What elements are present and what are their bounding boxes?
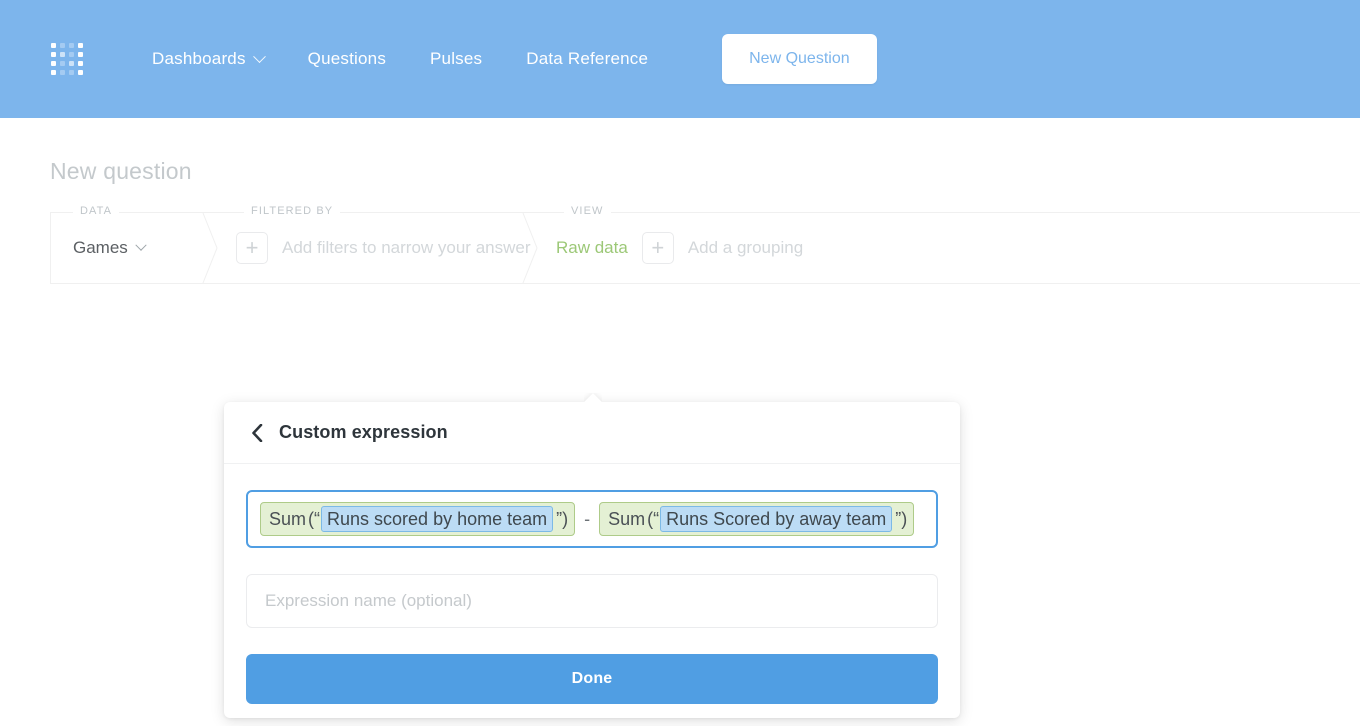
section-arrow-divider	[203, 213, 223, 283]
section-arrow-divider	[523, 213, 543, 283]
filtered-by-section-label: FILTERED BY	[244, 205, 340, 217]
add-grouping-placeholder[interactable]: Add a grouping	[688, 238, 803, 258]
view-section-label: VIEW	[564, 205, 611, 217]
expression-content: Sum(“Runs scored by home team”) - Sum(“R…	[260, 502, 914, 536]
navbar-links: Dashboards Questions Pulses Data Referen…	[130, 0, 670, 118]
aggregation-close-paren: ”)	[893, 508, 907, 530]
expression-operator: -	[575, 509, 599, 530]
done-button[interactable]: Done	[246, 654, 938, 704]
add-grouping-plus-icon[interactable]: +	[642, 232, 674, 264]
expression-editor-input[interactable]: Sum(“Runs scored by home team”) - Sum(“R…	[246, 490, 938, 548]
query-section-data: DATA Games	[50, 212, 222, 284]
page-title: New question	[50, 158, 192, 185]
nav-link-label: Dashboards	[152, 49, 246, 69]
view-aggregation-raw-data[interactable]: Raw data	[556, 238, 628, 258]
popover-header: Custom expression	[224, 402, 960, 464]
custom-expression-popover: Custom expression Sum(“Runs scored by ho…	[224, 402, 960, 718]
data-table-name: Games	[73, 238, 128, 258]
chevron-down-icon	[253, 50, 266, 63]
nav-link-label: Pulses	[430, 49, 482, 69]
add-filter-plus-icon[interactable]: +	[236, 232, 268, 264]
query-section-view: VIEW Raw data + Add a grouping	[542, 212, 1360, 284]
query-section-filtered-by: FILTERED BY + Add filters to narrow your…	[222, 212, 542, 284]
add-filter-placeholder[interactable]: Add filters to narrow your answer	[282, 238, 531, 258]
nav-link-pulses[interactable]: Pulses	[408, 49, 504, 69]
page-body: New question DATA Games FILTERED BY + Ad…	[0, 118, 1360, 700]
nav-link-label: Data Reference	[526, 49, 648, 69]
chevron-left-icon[interactable]	[247, 423, 267, 443]
popover-title: Custom expression	[279, 422, 448, 443]
chevron-down-icon	[135, 240, 146, 251]
aggregation-open-paren: (“	[645, 508, 659, 530]
field-token[interactable]: Runs scored by home team	[321, 506, 553, 532]
nav-link-dashboards[interactable]: Dashboards	[130, 49, 286, 69]
nav-link-data-reference[interactable]: Data Reference	[504, 49, 670, 69]
aggregation-function-name: Sum	[267, 508, 306, 530]
aggregation-open-paren: (“	[306, 508, 320, 530]
new-question-button[interactable]: New Question	[722, 34, 877, 84]
data-section-label: DATA	[73, 205, 119, 217]
nav-link-label: Questions	[308, 49, 386, 69]
popover-caret	[584, 393, 602, 403]
aggregation-token[interactable]: Sum(“Runs Scored by away team”)	[599, 502, 914, 536]
aggregation-token[interactable]: Sum(“Runs scored by home team”)	[260, 502, 575, 536]
expression-name-placeholder: Expression name (optional)	[265, 591, 472, 611]
top-navbar: Dashboards Questions Pulses Data Referen…	[0, 0, 1360, 118]
metabase-logo-icon[interactable]	[50, 42, 84, 76]
aggregation-close-paren: ”)	[554, 508, 568, 530]
popover-body: Sum(“Runs scored by home team”) - Sum(“R…	[224, 464, 960, 726]
nav-link-questions[interactable]: Questions	[286, 49, 408, 69]
query-builder-bar: DATA Games FILTERED BY + Add filters to …	[50, 212, 1360, 284]
expression-name-input[interactable]: Expression name (optional)	[246, 574, 938, 628]
field-token[interactable]: Runs Scored by away team	[660, 506, 892, 532]
aggregation-function-name: Sum	[606, 508, 645, 530]
data-table-selector[interactable]: Games	[73, 238, 145, 258]
